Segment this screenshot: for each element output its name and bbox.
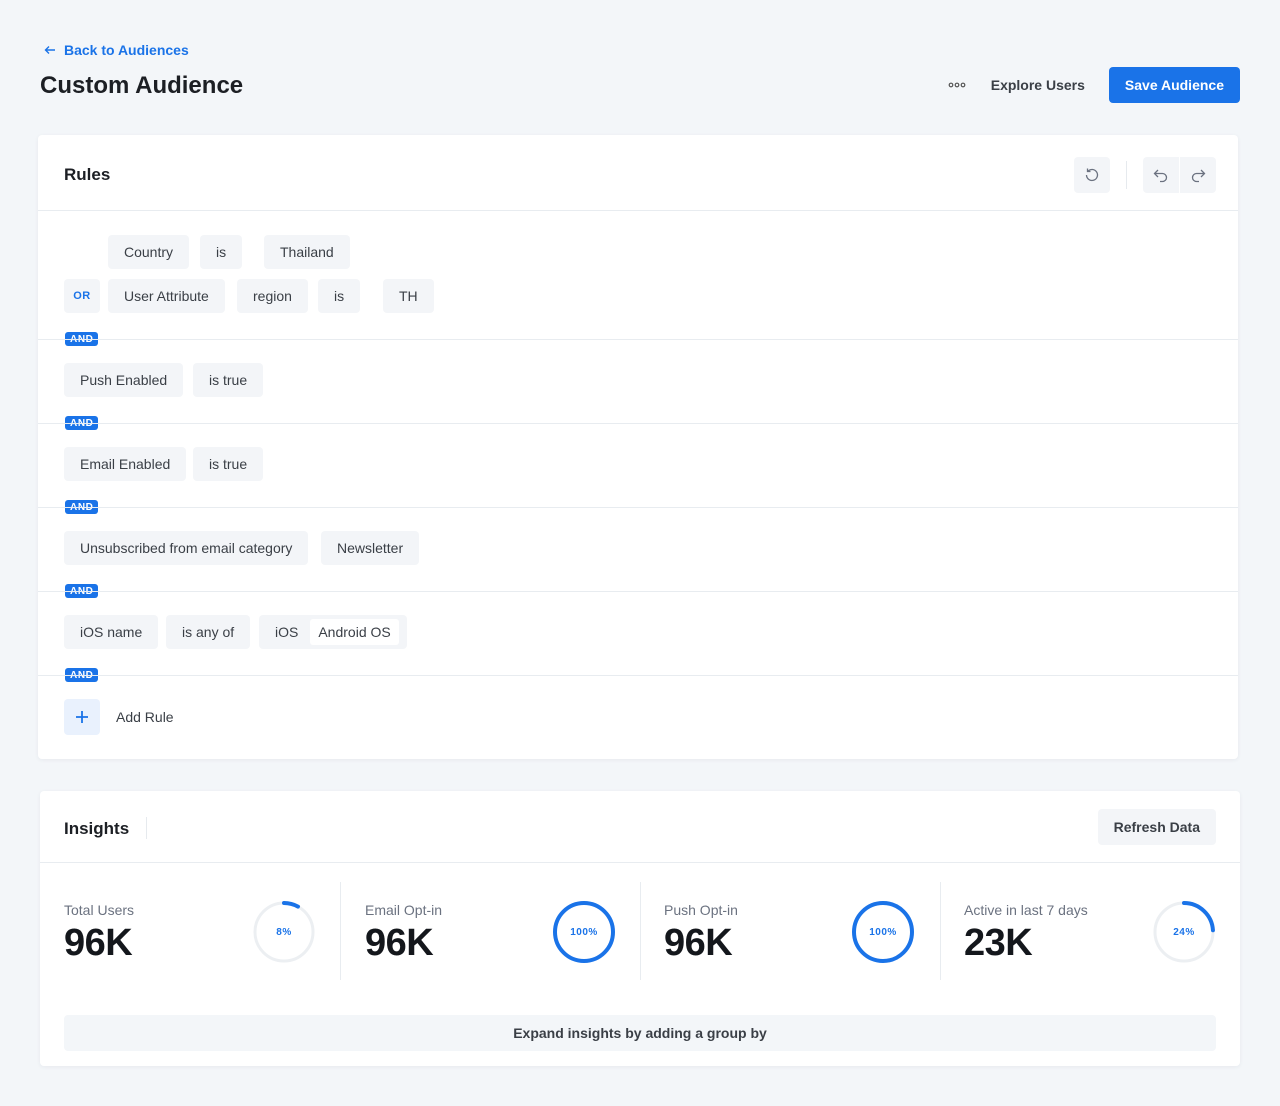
rule-operator-chip[interactable]: is true: [193, 447, 264, 481]
undo-button[interactable]: [1143, 157, 1179, 193]
value-tag[interactable]: iOS: [267, 619, 306, 645]
percent-ring: 24%: [1152, 900, 1216, 964]
rule-field-chip[interactable]: iOS name: [64, 615, 159, 649]
rule-operator-chip[interactable]: is true: [193, 363, 264, 397]
rule-field-chip[interactable]: User Attribute: [108, 279, 225, 313]
rule-operator-chip[interactable]: is any of: [166, 615, 251, 649]
rule-field-chip[interactable]: Country: [108, 235, 190, 269]
stat-label: Push Opt-in: [664, 902, 738, 918]
undo-icon: [1153, 169, 1168, 183]
insights-stats: Total Users 96K 8% Email Opt-in 96K 100%: [40, 864, 1240, 994]
stat-separator: [340, 882, 341, 980]
explore-users-button[interactable]: Explore Users: [991, 77, 1085, 93]
more-options-button[interactable]: [939, 67, 975, 103]
stat-label: Email Opt-in: [365, 902, 443, 918]
insights-title: Insights: [64, 819, 130, 838]
expand-insights-button[interactable]: Expand insights by adding a group by: [64, 1015, 1216, 1051]
add-rule-label[interactable]: Add Rule: [116, 709, 174, 725]
rule-divider: [38, 423, 1238, 424]
ring-percent-label: 24%: [1173, 926, 1195, 938]
rule-field-chip[interactable]: Push Enabled: [64, 363, 184, 397]
stat-push-opt-in: Push Opt-in 96K 100%: [640, 864, 940, 994]
rule-operator-chip[interactable]: is: [200, 235, 243, 269]
arrow-left-icon: [44, 46, 55, 54]
stat-separator: [640, 882, 641, 980]
stat-value: 96K: [664, 922, 733, 964]
rule-value-chip[interactable]: Thailand: [264, 235, 350, 269]
reset-icon: [1085, 168, 1099, 182]
or-connector[interactable]: OR: [64, 279, 100, 313]
title-separator: [146, 817, 147, 839]
reset-button[interactable]: [1074, 157, 1110, 193]
rules-title: Rules: [64, 165, 111, 184]
percent-ring: 8%: [252, 900, 316, 964]
page-title: Custom Audience: [40, 72, 244, 99]
rules-header: Rules: [38, 135, 1238, 211]
back-link-label: Back to Audiences: [64, 42, 189, 58]
stat-email-opt-in: Email Opt-in 96K 100%: [340, 864, 640, 994]
rule-field-chip[interactable]: Email Enabled: [64, 447, 187, 481]
rule-value-chip[interactable]: Newsletter: [321, 531, 420, 565]
rule-divider: [38, 591, 1238, 592]
insights-header: Insights Refresh Data: [40, 791, 1240, 863]
insights-card: Insights Refresh Data Total Users 96K 8%…: [40, 791, 1240, 1066]
ring-percent-label: 8%: [276, 926, 292, 938]
header-actions: Explore Users Save Audience: [939, 67, 1240, 103]
redo-icon: [1191, 169, 1206, 183]
rule-divider: [38, 339, 1238, 340]
rule-attribute-chip[interactable]: region: [237, 279, 308, 313]
redo-button[interactable]: [1180, 157, 1216, 193]
stat-value: 23K: [964, 922, 1033, 964]
percent-ring: 100%: [552, 900, 616, 964]
add-rule-button[interactable]: [64, 699, 100, 735]
stat-separator: [940, 882, 941, 980]
value-tag[interactable]: Android OS: [310, 619, 399, 645]
stat-value: 96K: [64, 922, 133, 964]
ring-percent-label: 100%: [570, 926, 598, 938]
stat-value: 96K: [365, 922, 434, 964]
undo-redo-group: [1143, 157, 1216, 193]
stat-active-last-7-days: Active in last 7 days 23K 24%: [940, 864, 1240, 994]
more-dots-icon: [948, 82, 966, 88]
rules-card: Rules Country is Thailand OR User Attrib…: [38, 135, 1238, 759]
stat-label: Total Users: [64, 902, 135, 918]
back-to-audiences-link[interactable]: Back to Audiences: [44, 42, 189, 58]
plus-icon: [76, 711, 88, 723]
rule-divider: [38, 675, 1238, 676]
rule-field-chip[interactable]: Unsubscribed from email category: [64, 531, 309, 565]
rule-value-chip[interactable]: TH: [383, 279, 434, 313]
rules-toolbar: [1074, 157, 1216, 193]
save-audience-button[interactable]: Save Audience: [1108, 67, 1240, 103]
ring-percent-label: 100%: [869, 926, 897, 938]
rule-divider: [38, 507, 1238, 508]
refresh-data-button[interactable]: Refresh Data: [1097, 809, 1216, 845]
stat-total-users: Total Users 96K 8%: [40, 864, 340, 994]
stat-label: Active in last 7 days: [964, 902, 1088, 918]
rule-values-multiselect[interactable]: iOS Android OS: [259, 615, 407, 649]
rule-operator-chip[interactable]: is: [318, 279, 361, 313]
toolbar-separator: [1126, 161, 1127, 189]
percent-ring: 100%: [851, 900, 915, 964]
